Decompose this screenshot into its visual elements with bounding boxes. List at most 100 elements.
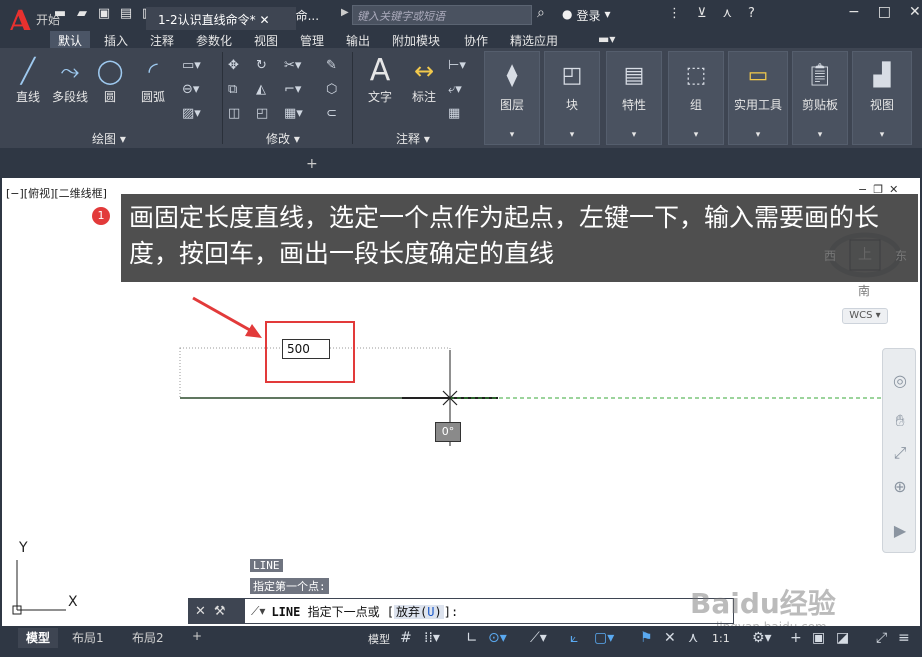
save-icon[interactable]: ▣	[96, 6, 112, 22]
modify-panel-label[interactable]: 修改 ▾	[266, 130, 300, 147]
settings-gear-icon[interactable]: ⚙▾	[752, 630, 772, 646]
zoom-extents-icon[interactable]: ⤢	[890, 443, 910, 463]
viewcube-south[interactable]: 南	[858, 282, 870, 299]
gradient-icon[interactable]: ▨▾	[182, 106, 201, 121]
undo-option-label: 放弃(	[396, 604, 428, 619]
circle-button[interactable]: ◯ 圆	[92, 54, 128, 105]
offset-icon[interactable]: ⊂	[326, 106, 337, 121]
isodraft-icon[interactable]: ⟋▾	[530, 630, 547, 646]
annotation-scale[interactable]: 1:1	[712, 632, 730, 645]
command-prompt[interactable]: LINE 指定下一点或 [放弃(U)]:	[265, 603, 458, 620]
login-button[interactable]: ● 登录 ▾	[562, 7, 611, 24]
erase-icon[interactable]: ✎	[326, 58, 337, 73]
text-button[interactable]: A 文字	[362, 54, 398, 105]
annotation-icon[interactable]: ⋏	[688, 630, 698, 646]
table-icon[interactable]: ▦	[448, 106, 460, 121]
close-icon[interactable]: ✕	[195, 604, 206, 619]
trim-icon[interactable]: ✂▾	[284, 58, 301, 73]
tab-layout1[interactable]: 布局1	[64, 628, 112, 648]
rotate-icon[interactable]: ↻	[256, 58, 267, 73]
isolate-icon[interactable]: ▣	[812, 630, 825, 646]
ortho-icon[interactable]: ∟	[466, 630, 478, 646]
leader-icon[interactable]: ⤶▾	[448, 82, 462, 97]
line-button[interactable]: ╱ 直线	[10, 54, 46, 105]
wcs-menu[interactable]: WCS ▾	[842, 308, 888, 324]
osnap-tracking-icon[interactable]: ⟀	[570, 630, 578, 646]
customize-icon[interactable]: ⚒	[214, 604, 226, 619]
help-icon[interactable]: ?	[748, 6, 755, 21]
search-icon[interactable]: ⌕	[537, 5, 545, 21]
scale-icon[interactable]: ◰	[256, 106, 268, 121]
rectangle-icon[interactable]: ▭▾	[182, 58, 201, 73]
viewcube-west[interactable]: 西	[824, 247, 836, 264]
mirror-icon[interactable]: ◭	[256, 82, 266, 97]
add-icon[interactable]: +	[790, 630, 802, 646]
layers-tile[interactable]: ⧫ 图层 ▾	[484, 51, 540, 145]
polyline-button[interactable]: ⤳ 多段线	[48, 54, 92, 105]
view-tile[interactable]: ▟ 视图 ▾	[852, 51, 912, 145]
tab-start[interactable]: 开始	[24, 7, 72, 30]
orbit-icon[interactable]: ⊕	[890, 477, 910, 497]
properties-tile[interactable]: ▤ 特性 ▾	[606, 51, 662, 145]
new-tab-icon[interactable]: +	[306, 156, 318, 172]
autoscale-icon[interactable]: ✕	[664, 630, 676, 646]
arc-button[interactable]: ◜ 圆弧	[134, 54, 172, 105]
add-layout-icon[interactable]: +	[184, 628, 210, 648]
fullscreen-icon[interactable]: ⤢	[876, 630, 887, 646]
tab-model[interactable]: 模型	[18, 628, 59, 648]
explode-icon[interactable]: ⬡	[326, 82, 337, 97]
model-space-button[interactable]: 模型	[368, 631, 390, 647]
utilities-tile[interactable]: ▭ 实用工具 ▾	[728, 51, 788, 145]
move-icon[interactable]: ✥	[228, 58, 239, 73]
command-history-line: 指定第一个点:	[250, 578, 329, 594]
undo-option[interactable]: 放弃(U)	[394, 604, 444, 619]
maximize-icon[interactable]: □	[878, 4, 891, 20]
showmotion-icon[interactable]: ▶	[890, 521, 910, 541]
hardware-accel-icon[interactable]: ◪	[836, 630, 849, 646]
close-icon[interactable]: ✕	[909, 4, 921, 20]
tab-current-drawing[interactable]: 1-2认识直线命令* ✕	[146, 7, 296, 30]
annotation-visibility-icon[interactable]: ⚑	[640, 630, 653, 646]
command-recent-icon[interactable]: ⟋▾	[245, 604, 265, 619]
annotate-panel-label[interactable]: 注释 ▾	[396, 130, 430, 147]
search-input[interactable]: 键入关键字或短语	[352, 5, 532, 25]
draw-panel-label[interactable]: 绘图 ▾	[92, 130, 126, 147]
snap-icon[interactable]: ⁞⁞▾	[424, 630, 440, 646]
customize-menu-icon[interactable]: ≡	[898, 630, 910, 646]
viewcube-top[interactable]: 上	[858, 244, 872, 264]
stretch-icon[interactable]: ◫	[228, 106, 240, 121]
tab-layout2[interactable]: 布局2	[124, 628, 172, 648]
current-tab-label: 1-2认识直线命令*	[158, 13, 256, 27]
viewcube-east[interactable]: 东	[895, 247, 907, 264]
save-as-icon[interactable]: ▤	[118, 6, 134, 22]
command-line: ✕ ⚒ ⟋▾ LINE 指定下一点或 [放弃(U)]:	[188, 598, 734, 624]
pan-icon[interactable]: ✋︎	[890, 411, 910, 431]
minimize-icon[interactable]: −	[848, 4, 860, 20]
steering-wheel-icon[interactable]: ◎	[890, 371, 910, 391]
linear-dim-icon[interactable]: ⊢▾	[448, 58, 466, 73]
fillet-icon[interactable]: ⌐▾	[284, 82, 301, 97]
open-folder-icon[interactable]: ▰	[74, 6, 90, 22]
cart-icon[interactable]: ⊻	[697, 6, 707, 21]
clipboard-tile[interactable]: 📋︎ 剪贴板 ▾	[792, 51, 848, 145]
group-tile[interactable]: ⬚ 组 ▾	[668, 51, 724, 145]
close-tab-icon[interactable]: ✕	[259, 13, 269, 27]
viewport-label[interactable]: [−][俯视][二维线框]	[6, 185, 107, 201]
array-icon[interactable]: ▦▾	[284, 106, 303, 121]
annotate-panel-text: 注释	[396, 132, 421, 146]
dimension-button[interactable]: ↔ 标注	[404, 54, 444, 105]
window-controls: − □ ✕	[848, 4, 921, 20]
block-tile[interactable]: ◰ 块 ▾	[544, 51, 600, 145]
grid-icon[interactable]: #	[400, 630, 412, 646]
ribbon-toggle-icon[interactable]: ▬▾	[590, 31, 623, 47]
copy-icon[interactable]: ⧉	[228, 82, 237, 97]
autodesk-icon[interactable]: ⋏	[723, 6, 733, 21]
ruler-icon: ▭	[747, 63, 769, 88]
command-history-line: LINE	[250, 559, 283, 572]
hatch-icon[interactable]: ⊖▾	[182, 82, 199, 97]
search-expand-icon[interactable]: ▶	[341, 7, 349, 18]
exchange-icon[interactable]: ⋮	[668, 6, 681, 21]
osnap-icon[interactable]: ▢▾	[594, 630, 614, 646]
length-input[interactable]: 500	[282, 339, 330, 359]
polar-icon[interactable]: ⊙▾	[488, 630, 507, 646]
